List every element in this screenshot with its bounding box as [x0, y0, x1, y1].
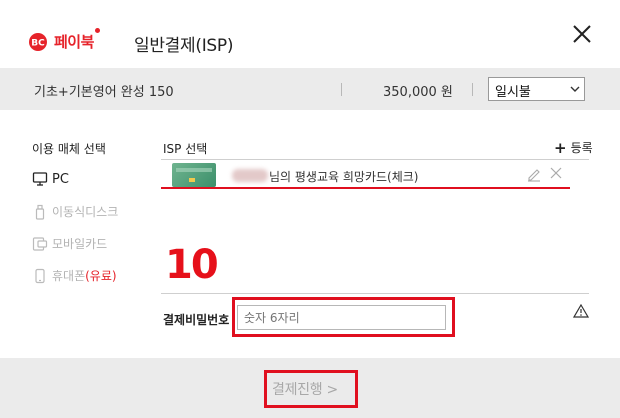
warning-icon[interactable]: [573, 304, 589, 318]
masked-owner-name: [232, 169, 268, 182]
selected-card-underline: [161, 187, 570, 189]
header: BC 페이북 일반결제(ISP): [0, 0, 620, 68]
phone-icon: [35, 268, 45, 283]
product-summary-bar: 기초+기본영어 완성 150 350,000 원 일시불: [0, 68, 620, 110]
bc-logo-icon: BC: [29, 32, 47, 51]
proceed-payment-button[interactable]: 결제진행 >: [272, 379, 338, 399]
media-item-usb[interactable]: 이동식디스크: [32, 203, 118, 220]
paybook-logo: BC 페이북: [28, 28, 100, 52]
installment-value: 일시불: [495, 85, 531, 100]
close-icon[interactable]: [570, 22, 594, 46]
delete-icon[interactable]: [549, 166, 563, 180]
page-title: 일반결제(ISP): [134, 36, 234, 56]
monitor-icon: [32, 172, 48, 186]
mobile-card-icon: [32, 236, 48, 251]
media-item-mobile-card[interactable]: 모바일카드: [32, 235, 107, 252]
media-item-label: 이동식디스크: [52, 205, 119, 219]
svg-text:BC: BC: [31, 38, 45, 48]
card-thumbnail: [172, 163, 216, 187]
divider: [341, 83, 342, 96]
isp-select-title: ISP 선택: [163, 142, 208, 156]
chevron-down-icon: [570, 86, 580, 92]
paid-suffix: (유료): [85, 269, 117, 283]
card-name: 님의 평생교육 희망카드(체크): [269, 170, 419, 184]
media-item-label: 휴대폰: [52, 269, 86, 283]
usb-icon: [35, 204, 45, 220]
product-name: 기초+기본영어 완성 150: [34, 85, 174, 100]
product-price: 350,000 원: [383, 85, 453, 100]
media-item-pc[interactable]: PC: [32, 171, 69, 187]
password-label: 결제비밀번호: [163, 313, 230, 327]
isp-card-item[interactable]: 님의 평생교육 희망카드(체크): [161, 161, 589, 187]
media-item-label: PC: [52, 171, 69, 187]
plus-icon: +: [554, 138, 567, 157]
step-number-annotation: 10: [165, 242, 219, 288]
media-item-phone[interactable]: 휴대폰 (유료): [32, 267, 117, 284]
media-select-title: 이용 매체 선택: [32, 142, 106, 156]
installment-select[interactable]: 일시불: [488, 77, 585, 101]
register-card-button[interactable]: + 등록: [554, 139, 593, 156]
divider: [472, 83, 473, 96]
edit-pencil-icon[interactable]: [526, 166, 542, 182]
media-item-label: 모바일카드: [52, 237, 108, 251]
brand-name: 페이북: [54, 28, 100, 52]
payment-password-input[interactable]: [237, 305, 446, 330]
divider: [161, 293, 589, 294]
divider: [161, 159, 589, 160]
register-label: 등록: [570, 141, 593, 155]
